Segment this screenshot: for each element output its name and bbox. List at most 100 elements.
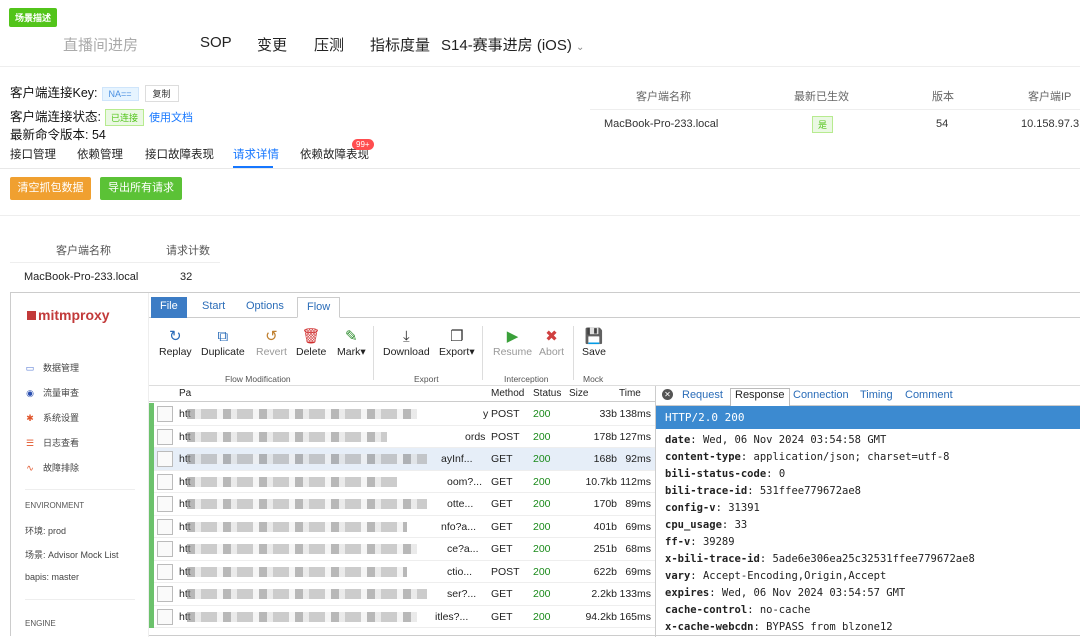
sidebar-item-settings[interactable]: ✱ 系统设置 [25, 411, 79, 424]
flow-time: 92ms [625, 453, 651, 465]
nav-live-room[interactable]: 直播间进房 [63, 34, 138, 55]
duplicate-button[interactable]: ⧉ Duplicate [201, 328, 245, 358]
flow-row[interactable]: htt ayInf... GET 200 168b 92ms [149, 448, 655, 471]
download-button[interactable]: ⤓ Download [383, 328, 430, 358]
flow-method: POST [491, 408, 520, 420]
flow-row[interactable]: htt ce?a... GET 200 251b 68ms [149, 538, 655, 561]
abort-icon: ✖ [545, 328, 558, 345]
tab-timing[interactable]: Timing [860, 389, 893, 401]
nav-scene-select[interactable]: S14-赛事进房 (iOS) ⌄ [441, 34, 584, 55]
flow-checkbox[interactable] [157, 608, 173, 625]
tab-options[interactable]: Options [237, 297, 293, 318]
flow-row[interactable]: htt ser?... GET 200 2.2kb 133ms [149, 583, 655, 606]
tab-interface-mgmt[interactable]: 接口管理 [10, 146, 56, 162]
flow-status: 200 [533, 565, 551, 578]
tab-comment[interactable]: Comment [905, 389, 953, 401]
col-size[interactable]: Size [569, 388, 588, 399]
sidebar-item-data-mgmt[interactable]: ▭ 数据管理 [25, 361, 79, 374]
delete-button[interactable]: 🗑 Delete [296, 328, 326, 358]
mark-button[interactable]: ✎ Mark▾ [337, 328, 366, 358]
tab-start[interactable]: Start [193, 297, 234, 318]
sidebar-item-label: 日志查看 [43, 438, 80, 448]
sidebar-item-label: 故障排除 [43, 463, 80, 473]
export-button[interactable]: ❐ Export▾ [439, 328, 475, 358]
env-line: bapis: master [25, 572, 80, 582]
abort-button[interactable]: ✖ Abort [539, 328, 564, 358]
mitmproxy-frame: mitmproxy ▭ 数据管理 ◉ 流量审查 ✱ 系统设置 ☰ 日志查看 ∿ 故障排除 … [10, 292, 1080, 637]
col-path[interactable]: Pa [179, 388, 191, 399]
flow-path-tail: ayInf... [441, 453, 473, 465]
flow-row[interactable]: htt oom?... GET 200 10.7kb 112ms [149, 470, 655, 493]
col-client-ip: 客户端IP [1028, 91, 1072, 103]
sidebar-item-troubleshoot[interactable]: ∿ 故障排除 [25, 461, 79, 474]
sidebar-item-label: 数据管理 [43, 363, 80, 373]
flow-checkbox[interactable] [157, 428, 173, 445]
resume-button[interactable]: ▶ Resume [493, 328, 532, 358]
flow-checkbox[interactable] [157, 406, 173, 422]
flow-size: 251b [593, 543, 617, 555]
divider [0, 66, 1080, 67]
sidebar-item-traffic[interactable]: ◉ 流量审查 [25, 386, 79, 399]
flow-row[interactable]: htt otte... GET 200 170b 89ms [149, 493, 655, 516]
col-time[interactable]: Time [619, 388, 641, 399]
flow-row[interactable]: htt nfo?a... GET 200 401b 69ms [149, 515, 655, 538]
scene-badge: 场景描述 [9, 8, 58, 27]
flow-checkbox[interactable] [157, 586, 173, 602]
tab-file[interactable]: File [151, 297, 187, 318]
flow-checkbox[interactable] [157, 541, 173, 557]
nav-stress-test[interactable]: 压测 [314, 34, 344, 55]
col-status[interactable]: Status [533, 388, 561, 399]
response-header-line: vary: Accept-Encoding,Origin,Accept [665, 570, 887, 582]
nav-change[interactable]: 变更 [257, 34, 287, 55]
tab-request-details[interactable]: 请求详情 [233, 146, 279, 162]
flow-checkbox[interactable] [157, 496, 173, 512]
nav-metrics[interactable]: 指标度量 [370, 34, 430, 55]
col-method[interactable]: Method [491, 388, 524, 399]
flow-checkbox[interactable] [157, 518, 173, 535]
flow-size: 170b [593, 498, 617, 510]
env-line: 环境: prod [25, 526, 67, 536]
header-key: cache-control [665, 604, 748, 616]
cell-client-name: MacBook-Pro-233.local [604, 118, 719, 130]
flow-list: Pa Method Status Size Time htt y POST 200 33… [149, 386, 655, 637]
header-key: x-cache-webcdn [665, 621, 754, 633]
response-header-line: bili-trace-id: 531ffee779672ae8 [665, 485, 861, 497]
sidebar-item-logs[interactable]: ☰ 日志查看 [25, 436, 79, 449]
export-requests-button[interactable]: 导出所有请求 [100, 177, 182, 200]
tab-flow[interactable]: Flow [297, 297, 341, 318]
docs-link[interactable]: 使用文档 [149, 112, 193, 124]
replay-button[interactable]: ↻ Replay [159, 328, 192, 358]
flow-status: 200 [533, 610, 551, 623]
divider [25, 489, 135, 490]
copy-button[interactable]: 复制 [144, 85, 179, 103]
redacted-path-mask [187, 521, 407, 532]
header-value: application/json; charset=utf-8 [753, 451, 950, 463]
tab-interface-fault[interactable]: 接口故障表现 [145, 146, 214, 162]
flow-row[interactable]: htt y POST 200 33b 138ms [149, 403, 655, 426]
close-icon[interactable]: ✕ [662, 389, 673, 400]
flow-time: 133ms [619, 588, 651, 600]
flow-path-tail: y [483, 408, 489, 420]
tab-response[interactable]: Response [730, 388, 790, 406]
redacted-path-mask [187, 454, 427, 464]
flow-row[interactable]: htt ords POST 200 178b 127ms [149, 425, 655, 448]
flow-path-tail: oom?... [447, 475, 483, 488]
nav-sop[interactable]: SOP [200, 34, 232, 51]
tab-request[interactable]: Request [682, 389, 723, 401]
flow-checkbox[interactable] [157, 563, 173, 580]
save-button[interactable]: 💾 Save [582, 328, 606, 358]
flow-row[interactable]: htt ctio... POST 200 622b 69ms [149, 560, 655, 583]
flow-size: 168b [593, 453, 617, 465]
flow-checkbox[interactable] [157, 473, 173, 490]
header-key: bili-trace-id [665, 485, 748, 497]
detail-tabs: 接口管理 依赖管理 接口故障表现 请求详情 依赖故障表现 [10, 146, 1080, 168]
clear-capture-button[interactable]: 清空抓包数据 [10, 177, 91, 200]
replay-icon: ↻ [169, 328, 182, 345]
flow-checkbox[interactable] [157, 451, 173, 467]
flow-size: 2.2kb [591, 588, 617, 600]
flow-size: 10.7kb [585, 475, 617, 488]
tab-connection[interactable]: Connection [793, 389, 849, 401]
revert-button[interactable]: ↺ Revert [256, 328, 287, 358]
flow-row[interactable]: htt itles?... GET 200 94.2kb 165ms [149, 605, 655, 628]
tab-dependency-mgmt[interactable]: 依赖管理 [77, 146, 123, 162]
